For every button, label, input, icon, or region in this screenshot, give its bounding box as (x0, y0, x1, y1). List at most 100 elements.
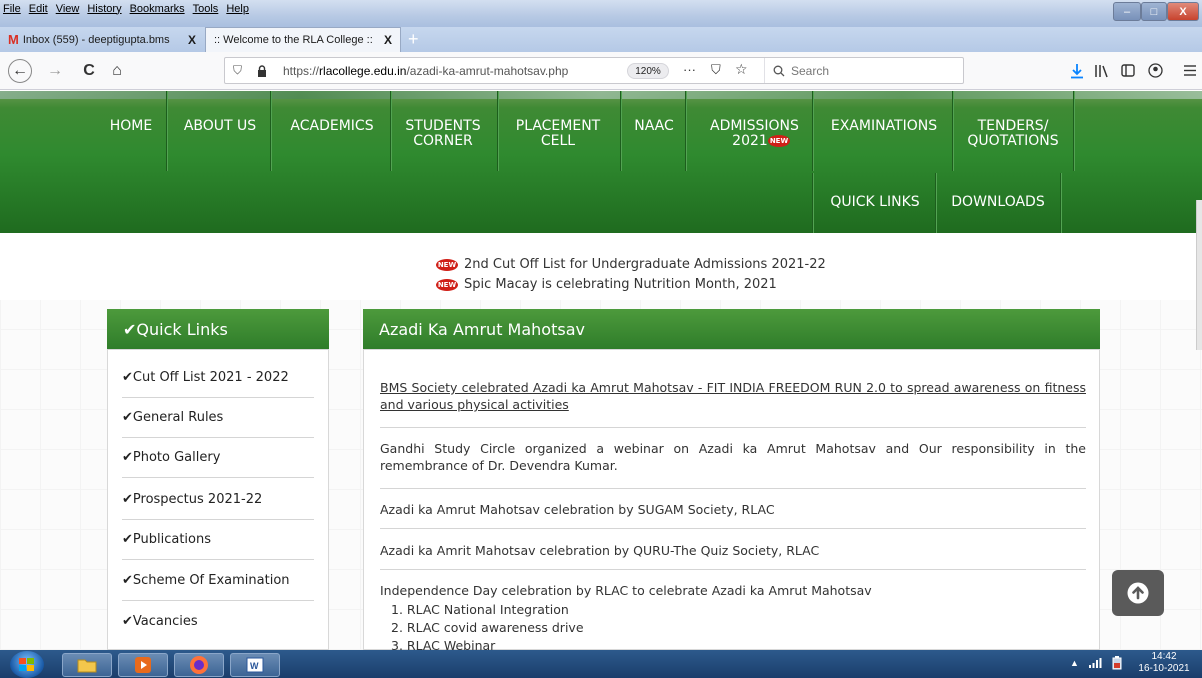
menu-edit[interactable]: Edit (29, 3, 48, 15)
nav-academics[interactable]: ACADEMICS (274, 119, 390, 134)
divider (380, 427, 1086, 428)
minimize-button[interactable]: – (1113, 2, 1141, 21)
quick-links-header: ✔Quick Links (107, 309, 329, 349)
search-icon (773, 65, 785, 76)
nav-naac[interactable]: NAAC (624, 119, 684, 134)
news-item[interactable]: NEW Spic Macay is celebrating Nutrition … (436, 277, 777, 292)
gmail-icon: M (8, 32, 19, 47)
bookmark-star-icon[interactable]: ☆ (735, 61, 748, 78)
nav-separator (685, 91, 686, 171)
quick-link-cut-off-list[interactable]: ✔Cut Off List 2021 - 2022 (122, 358, 314, 398)
nav-home[interactable]: HOME (96, 119, 166, 134)
word-taskbar-button[interactable]: W (230, 653, 280, 677)
close-window-button[interactable]: X (1167, 2, 1199, 21)
header-landscape-strip (0, 91, 1202, 99)
zoom-indicator[interactable]: 120% (627, 63, 669, 79)
quick-link-general-rules[interactable]: ✔General Rules (122, 398, 314, 438)
nav-separator (390, 91, 391, 171)
list-item[interactable]: 3. RLAC Webinar (391, 637, 791, 650)
url-path: /azadi-ka-amrut-mahotsav.php (406, 64, 569, 78)
maximize-button[interactable]: □ (1141, 2, 1167, 21)
forward-arrow-icon: → (47, 62, 63, 79)
divider (380, 488, 1086, 489)
library-icon[interactable] (1094, 64, 1110, 78)
nav-separator (270, 91, 271, 171)
nav-separator (1060, 173, 1061, 233)
media-player-taskbar-button[interactable] (118, 653, 168, 677)
menu-history[interactable]: History (87, 3, 121, 15)
home-button[interactable]: ⌂ (106, 61, 128, 81)
article-text[interactable]: Independence Day celebration by RLAC to … (380, 582, 1086, 599)
quick-link-vacancies[interactable]: ✔Vacancies (122, 601, 314, 641)
nav-separator (166, 91, 167, 171)
nav-admissions-2021[interactable]: ADMISSIONS 2021 NEW (690, 119, 810, 149)
news-text: 2nd Cut Off List for Undergraduate Admis… (464, 257, 826, 272)
nav-about-us[interactable]: ABOUT US (170, 119, 270, 134)
pocket-icon[interactable]: ⛉ (711, 62, 721, 78)
quick-link-photo-gallery[interactable]: ✔Photo Gallery (122, 438, 314, 478)
nav-separator (497, 91, 498, 171)
nav-students-corner[interactable]: STUDENTS CORNER (400, 119, 486, 149)
tab-label: :: Welcome to the RLA College :: (214, 34, 373, 46)
list-item[interactable]: 1. RLAC National Integration (391, 601, 791, 618)
menu-help[interactable]: Help (226, 3, 249, 15)
back-button[interactable]: ← (8, 59, 32, 83)
nav-separator (935, 173, 936, 233)
menu-bookmarks[interactable]: Bookmarks (130, 3, 185, 15)
new-tab-button[interactable]: + (408, 29, 419, 50)
main-panel-body: BMS Society celebrated Azadi ka Amrut Ma… (363, 349, 1100, 650)
nav-separator (812, 91, 813, 171)
quick-link-scheme-of-examination[interactable]: ✔Scheme Of Examination (122, 561, 314, 601)
quick-link-publications[interactable]: ✔Publications (122, 520, 314, 560)
main-content-panel: Azadi Ka Amrut Mahotsav BMS Society cele… (363, 309, 1100, 650)
url-bar[interactable]: ⛉ https://rlacollege.edu.in/azadi-ka-amr… (224, 57, 964, 84)
search-field[interactable]: Search (764, 58, 964, 83)
shield-icon[interactable]: ⛉ (233, 63, 242, 78)
list-item[interactable]: 2. RLAC covid awareness drive (391, 619, 791, 636)
explorer-taskbar-button[interactable] (62, 653, 112, 677)
nav-tenders-quotations[interactable]: TENDERS/ QUOTATIONS (958, 119, 1068, 149)
menu-file[interactable]: File (3, 3, 21, 15)
tab-inbox[interactable]: M Inbox (559) - deeptigupta.bms X (0, 27, 204, 52)
clock-time: 14:42 (1151, 651, 1177, 662)
new-badge-icon: NEW (436, 258, 458, 271)
download-icon[interactable] (1070, 63, 1084, 79)
article-link[interactable]: BMS Society celebrated Azadi ka Amrut Ma… (380, 379, 1086, 413)
hamburger-menu-icon[interactable] (1184, 65, 1196, 76)
article-text[interactable]: Azadi ka Amrut Mahotsav celebration by S… (380, 501, 1086, 518)
start-button[interactable] (10, 651, 44, 678)
show-hidden-icons-icon[interactable]: ▲ (1070, 658, 1079, 668)
sidebar-icon[interactable] (1121, 64, 1135, 77)
close-tab-icon[interactable]: X (188, 33, 196, 47)
network-signal-icon[interactable] (1088, 657, 1102, 669)
nav-downloads[interactable]: DOWNLOADS (938, 195, 1058, 210)
forward-button[interactable]: → (44, 61, 66, 81)
account-icon[interactable] (1148, 63, 1163, 78)
article-text[interactable]: Gandhi Study Circle organized a webinar … (380, 440, 1086, 474)
nav-separator (1073, 91, 1074, 171)
article-text[interactable]: Azadi ka Amrit Mahotsav celebration by Q… (380, 542, 1086, 559)
minimize-icon: – (1123, 5, 1131, 18)
nav-examinations[interactable]: EXAMINATIONS (816, 119, 952, 134)
nav-quick-links[interactable]: QUICK LINKS (816, 195, 934, 210)
clock[interactable]: 14:42 16-10-2021 (1132, 651, 1196, 675)
close-tab-icon[interactable]: X (384, 33, 392, 47)
tab-label: Inbox (559) - deeptigupta.bms (22, 33, 170, 46)
scroll-to-top-button[interactable] (1112, 570, 1164, 616)
nav-placement-cell[interactable]: PLACEMENT CELL (505, 119, 611, 149)
nav-separator (952, 91, 953, 171)
page-actions-icon[interactable]: ··· (683, 62, 696, 77)
lock-icon[interactable] (257, 65, 267, 77)
quick-link-prospectus[interactable]: ✔Prospectus 2021-22 (122, 480, 314, 520)
nav-separator (620, 91, 621, 171)
quick-links-panel: ✔Quick Links ✔Cut Off List 2021 - 2022 ✔… (107, 309, 329, 650)
menu-tools[interactable]: Tools (193, 3, 219, 15)
tab-rla-college[interactable]: :: Welcome to the RLA College :: X (205, 27, 401, 52)
url-text[interactable]: https://rlacollege.edu.in/azadi-ka-amrut… (283, 64, 568, 78)
power-icon[interactable] (1110, 656, 1124, 670)
reload-button[interactable]: C (78, 61, 100, 81)
page-scrollbar[interactable] (1196, 200, 1202, 350)
firefox-taskbar-button[interactable] (174, 653, 224, 677)
news-item[interactable]: NEW 2nd Cut Off List for Undergraduate A… (436, 257, 826, 272)
menu-view[interactable]: View (56, 3, 80, 15)
